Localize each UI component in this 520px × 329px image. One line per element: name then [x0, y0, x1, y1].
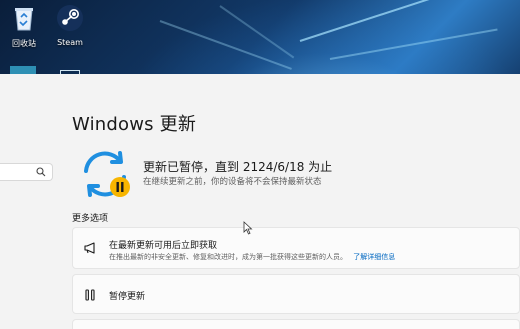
- megaphone-icon: [84, 242, 95, 254]
- option-title: 暂停更新: [109, 292, 146, 302]
- steam-label: Steam: [57, 38, 83, 47]
- option-pause-updates[interactable]: 暂停更新: [72, 274, 520, 314]
- settings-search-input[interactable]: [0, 163, 53, 181]
- wallpaper-streak: [219, 5, 295, 59]
- steam-icon: [57, 5, 83, 31]
- learn-more-link[interactable]: 了解详细信息: [353, 253, 395, 261]
- option-card-partial[interactable]: [72, 319, 520, 329]
- update-status-title: 更新已暂停，直到 2124/6/18 为止: [143, 160, 333, 174]
- recycle-bin-icon: [15, 8, 33, 31]
- mouse-cursor-icon: [243, 221, 253, 235]
- pause-icon: [85, 289, 95, 301]
- page-title: Windows 更新: [72, 114, 197, 135]
- update-paused-icon: [84, 151, 130, 197]
- update-status-subtitle: 在继续更新之前，你的设备将不会保持最新状态: [143, 177, 322, 187]
- search-icon: [36, 167, 46, 177]
- recycle-bin-label: 回收站: [12, 39, 36, 48]
- option-description: 在推出最新的非安全更新、修复和改进时，成为第一批获得这些更新的人员。 了解详细信…: [109, 252, 395, 262]
- wallpaper-streak: [159, 20, 292, 70]
- desktop-window-fragment: [10, 66, 36, 74]
- wallpaper-streak: [329, 28, 498, 60]
- option-title: 在最新更新可用后立即获取: [109, 241, 218, 251]
- option-description-text: 在推出最新的非安全更新、修复和改进时，成为第一批获得这些更新的人员。: [109, 253, 347, 261]
- wallpaper-streak: [299, 0, 472, 42]
- option-get-latest-updates[interactable]: 在最新更新可用后立即获取 在推出最新的非安全更新、修复和改进时，成为第一批获得这…: [72, 227, 520, 269]
- more-options-heading: 更多选项: [72, 214, 109, 224]
- desktop-icon-recycle-bin[interactable]: 回收站: [2, 4, 46, 49]
- desktop-icon-steam[interactable]: Steam: [48, 4, 92, 47]
- settings-window: Windows 更新 更新已暂停，直到 2124/6/18 为止 在继续更新之前…: [0, 74, 520, 329]
